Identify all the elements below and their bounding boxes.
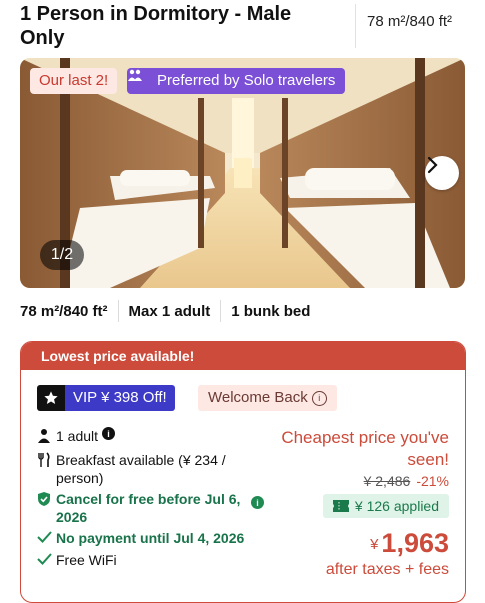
vip-discount-badge: VIP ¥ 398 Off!: [37, 385, 175, 411]
last-rooms-badge: Our last 2!: [30, 68, 118, 94]
vip-discount-label: VIP ¥ 398 Off!: [65, 385, 175, 411]
free-cancel-text: Cancel for free before Jul 6, 2026: [56, 491, 241, 525]
solo-travelers-badge: Preferred by Solo travelers: [127, 68, 346, 94]
person-icon: [37, 428, 53, 448]
cheapest-headline: Cheapest price you've seen!: [281, 428, 449, 469]
travelers-icon: [128, 69, 151, 89]
price-note: after taxes + fees: [325, 561, 449, 578]
facts-divider: [220, 300, 222, 322]
discount-percent: -21%: [416, 473, 449, 489]
check-icon: [37, 530, 53, 548]
feature-no-payment: No payment until Jul 4, 2026: [37, 529, 267, 548]
info-icon[interactable]: i: [311, 391, 327, 406]
room-facts: 78 m²/840 ft² Max 1 adult 1 bunk bed: [20, 300, 311, 322]
bed-type: 1 bunk bed: [231, 302, 311, 320]
solo-travelers-label: Preferred by Solo travelers: [157, 72, 336, 89]
cutlery-icon: [37, 452, 53, 472]
original-price-row: ¥ 2,486 -21%: [249, 473, 449, 489]
chevron-right-icon: [427, 156, 438, 174]
feature-free-cancel: Cancel for free before Jul 6, 2026: [37, 490, 267, 526]
room-header: 1 Person in Dormitory - Male Only 78 m²/…: [0, 0, 485, 56]
header-divider: [355, 4, 356, 48]
welcome-back-badge[interactable]: Welcome Back i: [198, 385, 337, 411]
original-price: ¥ 2,486: [363, 473, 411, 489]
offer-card[interactable]: Lowest price available! VIP ¥ 398 Off! W…: [20, 341, 466, 603]
room-title: 1 Person in Dormitory - Male Only: [20, 3, 292, 49]
facts-divider: [117, 300, 119, 322]
coupon-icon: [332, 500, 349, 512]
feature-wifi: Free WiFi: [37, 551, 267, 570]
welcome-back-label: Welcome Back: [208, 389, 308, 406]
feature-breakfast: Breakfast available (¥ 234 / person): [37, 451, 267, 487]
wifi-text: Free WiFi: [56, 552, 117, 568]
price-amount: 1,963: [381, 528, 449, 558]
currency-symbol: ¥: [370, 536, 379, 553]
next-photo-button[interactable]: [425, 156, 459, 190]
lowest-price-banner: Lowest price available!: [21, 342, 465, 370]
breakfast-text: Breakfast available (¥ 234 / person): [56, 452, 226, 486]
offer-features: 1 adult i Breakfast available (¥ 234 / pe…: [37, 427, 267, 573]
adults-text: 1 adult: [56, 428, 99, 444]
feature-adults: 1 adult i: [37, 427, 267, 448]
star-icon: [37, 385, 65, 411]
pricing-block: Cheapest price you've seen! ¥ 2,486 -21% …: [249, 427, 449, 579]
photo-counter: 1/2: [40, 240, 84, 270]
room-size: 78 m²/840 ft²: [20, 302, 108, 320]
check-icon: [37, 552, 53, 570]
room-size-header: 78 m²/840 ft²: [367, 13, 453, 30]
shield-check-icon: [37, 491, 53, 511]
coupon-applied-badge: ¥ 126 applied: [322, 494, 449, 518]
room-photo[interactable]: Our last 2! Preferred by Solo travelers …: [20, 58, 465, 288]
info-icon[interactable]: i: [102, 427, 116, 440]
final-price: ¥1,963: [249, 528, 449, 559]
coupon-applied-text: ¥ 126 applied: [354, 498, 439, 514]
no-payment-text: No payment until Jul 4, 2026: [56, 530, 245, 546]
max-occupancy: Max 1 adult: [128, 302, 211, 320]
